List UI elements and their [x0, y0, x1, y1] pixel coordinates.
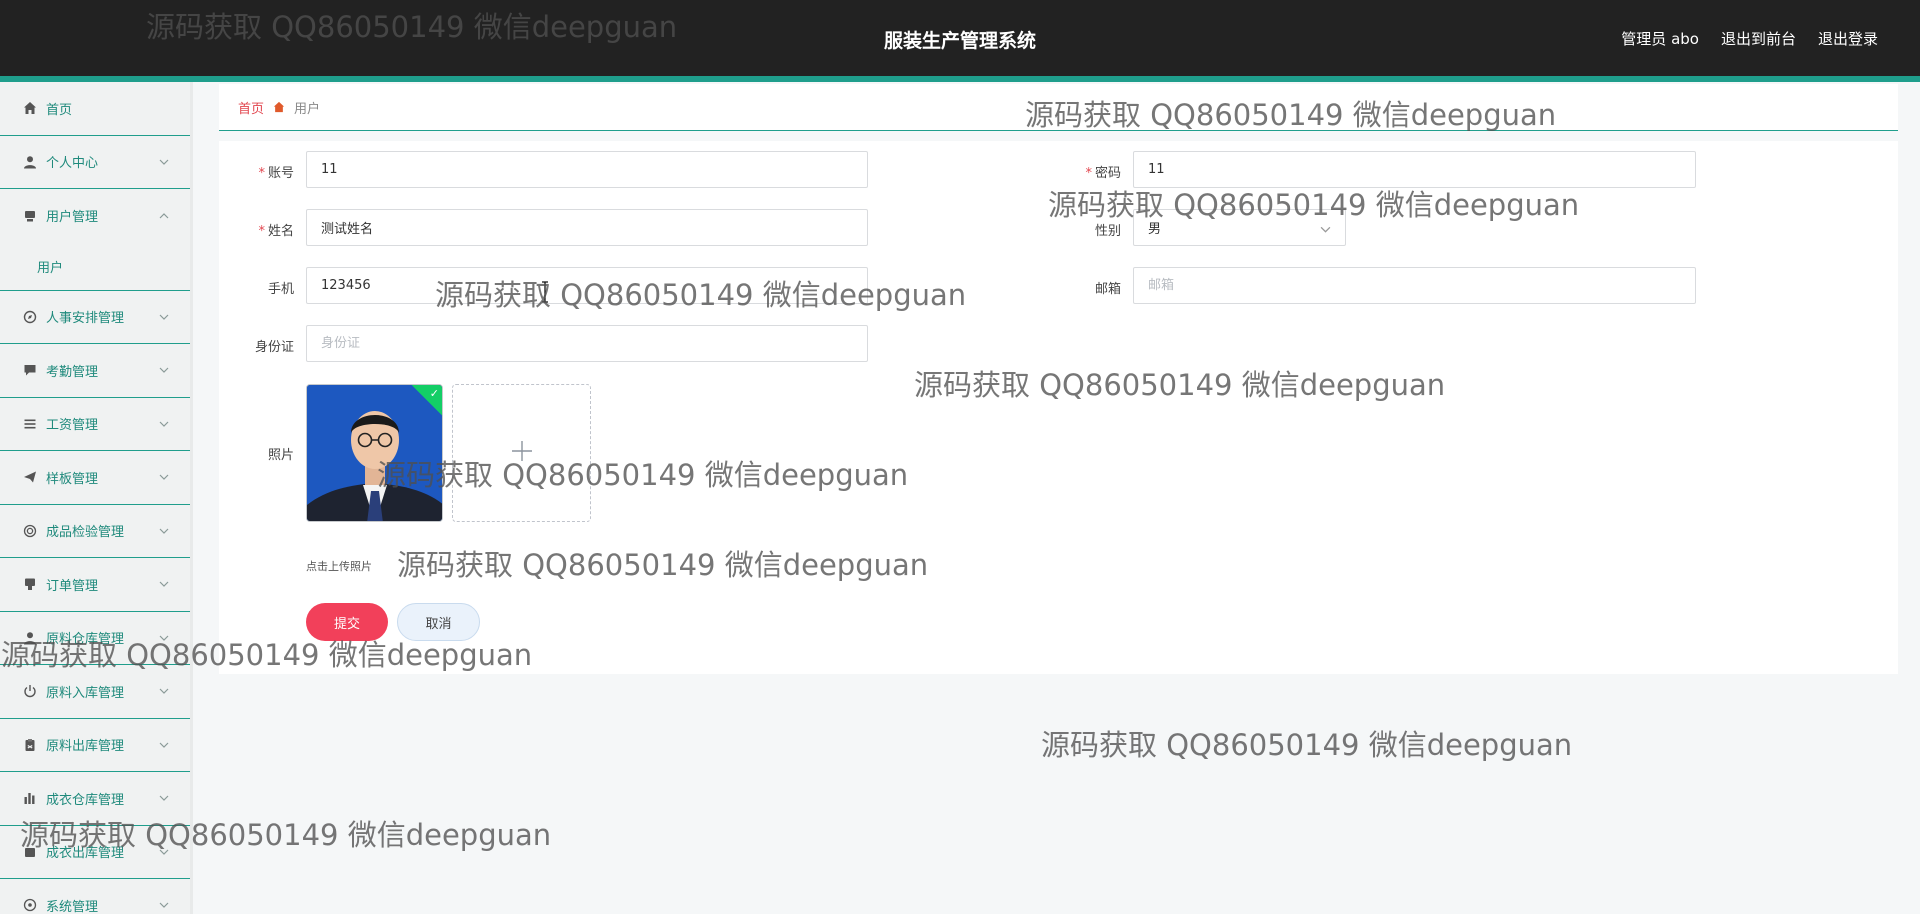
portrait-image [307, 385, 442, 521]
chat-icon [22, 362, 38, 378]
target-icon [22, 523, 38, 539]
sidebar-item-user-management[interactable]: 用户管理 [0, 189, 190, 243]
gender-select[interactable]: 男 [1133, 209, 1346, 246]
breadcrumb-home-icon [273, 101, 285, 113]
sidebar-item-label: 用户管理 [46, 210, 99, 226]
id-card-field[interactable] [306, 325, 868, 362]
sidebar-item-profile[interactable]: 个人中心 [0, 136, 190, 189]
sidebar-item-label: 个人中心 [46, 156, 99, 172]
user-links: 管理员 abo 退出到前台 退出登录 [1621, 28, 1878, 49]
settings-icon [22, 897, 38, 913]
sidebar-item-system[interactable]: 系统管理 [0, 879, 190, 914]
top-header: 服装生产管理系统 管理员 abo 退出到前台 退出登录 [0, 0, 1920, 76]
photo-label: 照片 [267, 448, 294, 463]
chevron-down-icon [158, 525, 170, 537]
text-cursor-icon [542, 281, 548, 303]
chevron-down-icon [1320, 222, 1331, 237]
name-label: * 姓名 [258, 224, 294, 239]
breadcrumb-home[interactable]: 首页 [238, 98, 264, 117]
breadcrumb-current: 用户 [294, 101, 321, 117]
sidebar-item-label: 原料仓库管理 [46, 632, 125, 648]
sidebar-item-label: 原料入库管理 [46, 685, 125, 701]
chevron-down-icon [158, 578, 170, 590]
sidebar-item-material-warehouse[interactable]: 原料仓库管理 [0, 612, 190, 665]
chevron-down-icon [158, 471, 170, 483]
sidebar-item-label: 样板管理 [46, 471, 99, 487]
chevron-down-icon [158, 685, 170, 697]
order-icon [22, 576, 38, 592]
sidebar-item-label: 原料出库管理 [46, 739, 125, 755]
sidebar-item-orders[interactable]: 订单管理 [0, 558, 190, 612]
chevron-down-icon [158, 311, 170, 323]
bar-chart-icon [22, 790, 38, 806]
upload-hint: 点击上传照片 [306, 560, 372, 573]
box-icon [22, 844, 38, 860]
logout-link[interactable]: 退出登录 [1818, 28, 1878, 49]
clipboard-icon [22, 737, 38, 753]
chevron-down-icon [158, 739, 170, 751]
submit-button[interactable]: 提交 [306, 603, 388, 641]
admin-label[interactable]: 管理员 abo [1621, 28, 1699, 49]
sidebar-item-label: 系统管理 [46, 899, 99, 914]
list-icon [22, 416, 38, 432]
sidebar-item-label: 成品检验管理 [46, 525, 125, 541]
uploaded-photo[interactable]: ✓ [306, 384, 443, 522]
sidebar-item-label: 工资管理 [46, 418, 99, 434]
sidebar-subitem-user[interactable]: 用户 [0, 243, 190, 291]
sidebar-item-material-in[interactable]: 原料入库管理 [0, 665, 190, 719]
chevron-down-icon [158, 846, 170, 858]
sidebar-item-label: 订单管理 [46, 578, 99, 594]
check-icon: ✓ [429, 387, 439, 400]
chevron-down-icon [158, 792, 170, 804]
sidebar: 首页 个人中心 用户管理 用户 人事安排管理 考勤管理 工资管理 样板管理 成品… [0, 82, 193, 914]
sidebar-item-inspection[interactable]: 成品检验管理 [0, 505, 190, 558]
compass-icon [22, 309, 38, 325]
breadcrumb: 首页 用户 [219, 84, 1898, 131]
send-icon [22, 469, 38, 485]
sidebar-item-label: 成衣出库管理 [46, 846, 125, 862]
sidebar-item-garment-warehouse[interactable]: 成衣仓库管理 [0, 772, 190, 826]
home-icon [22, 100, 38, 116]
user-manage-icon [22, 208, 38, 224]
phone-label: 手机 [267, 282, 294, 297]
chevron-down-icon [158, 364, 170, 376]
photo-upload-button[interactable] [452, 384, 591, 522]
chevron-down-icon [158, 899, 170, 911]
phone-field[interactable] [306, 267, 868, 304]
back-to-front-link[interactable]: 退出到前台 [1721, 28, 1796, 49]
account-field[interactable] [306, 151, 868, 188]
chevron-down-icon [158, 156, 170, 168]
warehouse-icon [22, 630, 38, 646]
cancel-button[interactable]: 取消 [397, 603, 480, 641]
sidebar-item-attendance[interactable]: 考勤管理 [0, 344, 190, 398]
account-label: * 账号 [258, 166, 294, 181]
sidebar-item-material-out[interactable]: 原料出库管理 [0, 719, 190, 772]
sidebar-item-sample[interactable]: 样板管理 [0, 451, 190, 505]
sidebar-item-label: 考勤管理 [46, 364, 99, 380]
user-icon [22, 154, 38, 170]
email-field[interactable] [1133, 267, 1696, 304]
chevron-up-icon [158, 210, 170, 222]
header-accent-bar [0, 76, 1920, 82]
watermark: 源码获取 QQ86050149 微信deepguan [1041, 728, 1573, 762]
power-icon [22, 683, 38, 699]
password-label: * 密码 [1085, 166, 1121, 181]
sidebar-item-salary[interactable]: 工资管理 [0, 398, 190, 451]
chevron-down-icon [158, 632, 170, 644]
sidebar-item-hr[interactable]: 人事安排管理 [0, 291, 190, 344]
email-label: 邮箱 [1094, 282, 1121, 297]
chevron-down-icon [158, 418, 170, 430]
password-field[interactable] [1133, 151, 1696, 188]
sidebar-item-label: 成衣仓库管理 [46, 792, 125, 808]
sidebar-item-home[interactable]: 首页 [0, 82, 190, 136]
sidebar-item-garment-out[interactable]: 成衣出库管理 [0, 826, 190, 879]
sidebar-item-label: 人事安排管理 [46, 311, 125, 327]
sidebar-item-label: 首页 [46, 102, 73, 118]
plus-icon [511, 440, 533, 466]
id-card-label: 身份证 [254, 340, 294, 355]
gender-selected-value: 男 [1148, 222, 1162, 237]
gender-label: 性别 [1094, 224, 1121, 239]
name-field[interactable] [306, 209, 868, 246]
